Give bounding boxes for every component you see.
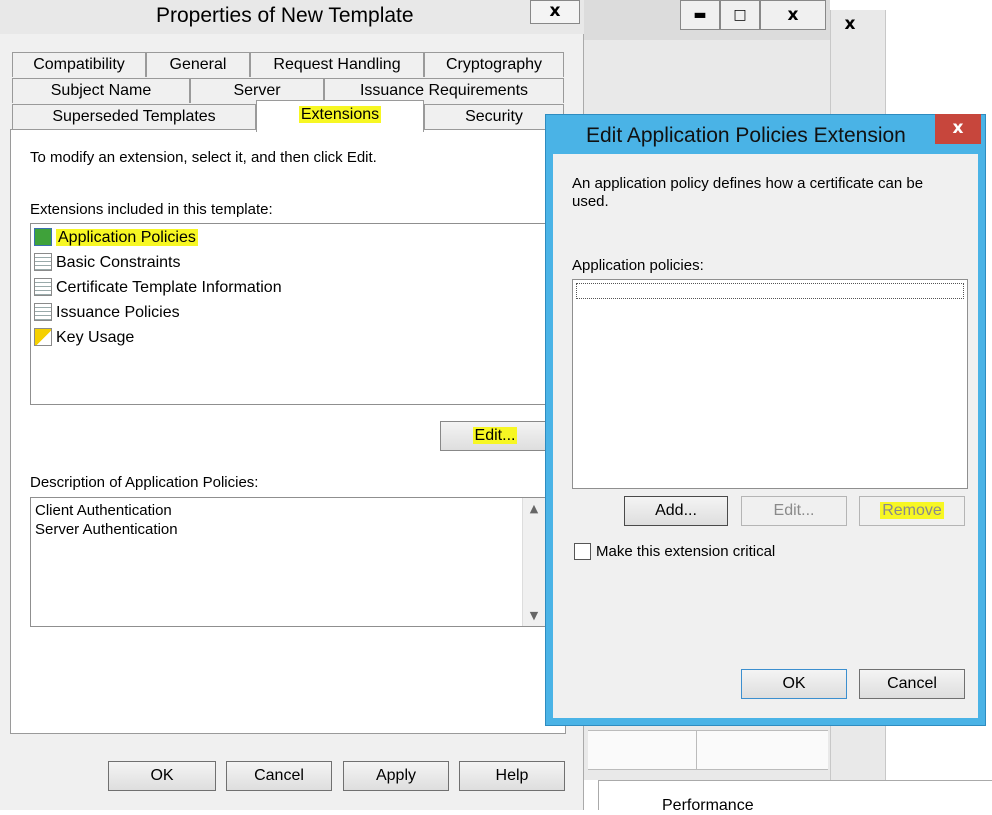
certificate-doc-icon (34, 253, 52, 271)
description-label: Description of Application Policies: (30, 474, 259, 491)
background-panel-lines (588, 730, 828, 770)
background-bottom-box (598, 780, 992, 810)
focus-row (576, 283, 964, 299)
critical-checkbox-label[interactable]: Make this extension critical (596, 543, 775, 560)
certificate-policy-icon (34, 228, 52, 246)
maximize-icon: □ (733, 7, 747, 23)
close-icon: x (952, 118, 964, 138)
tab-security[interactable]: Security (424, 104, 564, 129)
ok-button[interactable]: OK (108, 761, 216, 791)
apply-button[interactable]: Apply (343, 761, 449, 791)
certificate-doc-icon (34, 278, 52, 296)
extensions-label: Extensions included in this template: (30, 201, 273, 218)
tab-compatibility[interactable]: Compatibility (12, 52, 146, 77)
dialog-description: An application policy defines how a cert… (572, 175, 924, 210)
minimize-button[interactable]: ▬ (680, 0, 720, 30)
certificate-doc-icon (34, 303, 52, 321)
dialog-ok-button[interactable]: OK (741, 669, 847, 699)
close-icon: x (549, 1, 561, 21)
edit-extension-button[interactable]: Edit... (440, 421, 550, 451)
list-item[interactable]: Key Usage (34, 326, 134, 350)
maximize-button[interactable]: □ (720, 0, 760, 30)
extensions-list[interactable]: Application Policies Basic Constraints C… (30, 223, 560, 405)
properties-close-button[interactable]: x (530, 0, 580, 24)
description-scrollbar[interactable]: ▲ ▼ (522, 498, 545, 626)
scroll-down-icon[interactable]: ▼ (523, 609, 545, 622)
dialog-close-button[interactable]: x (935, 114, 981, 144)
scroll-up-icon[interactable]: ▲ (523, 502, 545, 515)
close-icon: x (844, 14, 856, 34)
tab-extensions-label: Extensions (298, 106, 382, 123)
list-item[interactable]: Issuance Policies (34, 301, 180, 325)
tab-superseded-templates[interactable]: Superseded Templates (12, 104, 256, 129)
list-item[interactable]: Application Policies (34, 226, 198, 250)
description-box[interactable]: Client Authentication Server Authenticat… (30, 497, 546, 627)
tab-subject-name[interactable]: Subject Name (12, 78, 190, 103)
add-policy-button[interactable]: Add... (624, 496, 728, 526)
tab-cryptography[interactable]: Cryptography (424, 52, 564, 77)
remove-label: Remove (880, 502, 944, 519)
list-item[interactable]: Basic Constraints (34, 251, 181, 275)
tab-extensions[interactable]: Extensions (256, 100, 424, 132)
policies-list[interactable] (572, 279, 968, 489)
list-item[interactable]: Certificate Template Information (34, 276, 282, 300)
background-close-button-2[interactable]: x (830, 10, 870, 38)
tab-general[interactable]: General (146, 52, 250, 77)
cancel-button[interactable]: Cancel (226, 761, 332, 791)
remove-policy-button[interactable]: Remove (859, 496, 965, 526)
help-button[interactable]: Help (459, 761, 565, 791)
dialog-title: Edit Application Policies Extension (586, 124, 906, 147)
edit-policy-button[interactable]: Edit... (741, 496, 847, 526)
description-line: Server Authentication (35, 521, 178, 538)
dialog-cancel-button[interactable]: Cancel (859, 669, 965, 699)
close-icon: x (787, 5, 799, 25)
warning-cert-icon (34, 328, 52, 346)
background-close-button[interactable]: x (760, 0, 826, 30)
description-line: Client Authentication (35, 502, 172, 519)
background-panel-divider (696, 730, 697, 770)
instruction-text: To modify an extension, select it, and t… (30, 149, 377, 166)
window-title: Properties of New Template (156, 4, 414, 27)
critical-checkbox[interactable] (574, 543, 591, 560)
tab-request-handling[interactable]: Request Handling (250, 52, 424, 77)
policies-label: Application policies: (572, 257, 704, 274)
edit-extension-label: Edit... (472, 427, 518, 444)
minimize-icon: ▬ (693, 7, 707, 23)
